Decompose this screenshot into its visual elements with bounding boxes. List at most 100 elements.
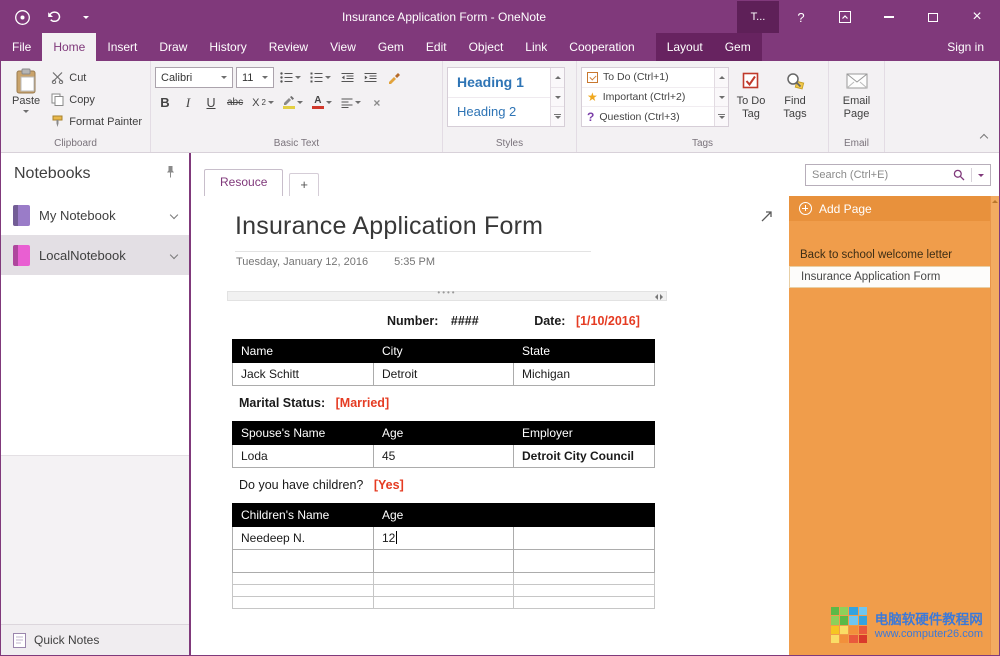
tab-gem[interactable]: Gem (367, 33, 415, 61)
tab-draw[interactable]: Draw (148, 33, 198, 61)
resize-arrows-icon[interactable] (655, 294, 663, 300)
tab-view[interactable]: View (319, 33, 367, 61)
contextual-tools-label[interactable]: T... (737, 1, 779, 33)
table-cell[interactable] (233, 550, 374, 573)
tags-scroll-down[interactable] (715, 88, 728, 108)
tab-history[interactable]: History (198, 33, 257, 61)
table-header-cell[interactable]: Spouse's Name (233, 422, 374, 445)
page-editor[interactable]: Insurance Application Form Tuesday, Janu… (191, 196, 789, 655)
decrease-indent-button[interactable] (337, 67, 357, 88)
tag-important[interactable]: ★ Important (Ctrl+2) (582, 88, 714, 108)
page-date[interactable]: Tuesday, January 12, 2016 (236, 256, 368, 268)
table-header-cell[interactable]: Children's Name (233, 504, 374, 527)
table-cell[interactable] (514, 585, 655, 597)
italic-button[interactable]: I (178, 92, 198, 113)
font-color-button[interactable]: A (309, 92, 335, 113)
app-icon[interactable] (9, 4, 35, 30)
bold-button[interactable]: B (155, 92, 175, 113)
close-button[interactable]: × (955, 1, 999, 33)
page-title[interactable]: Insurance Application Form (235, 212, 591, 252)
number-date-line[interactable]: Number: #### Date: [1/10/2016] (387, 314, 667, 328)
chevron-down-icon[interactable] (170, 251, 178, 259)
increase-indent-button[interactable] (360, 67, 380, 88)
table-cell[interactable] (514, 573, 655, 585)
style-heading2[interactable]: Heading 2 (448, 98, 550, 127)
table-cell[interactable]: Loda (233, 445, 374, 468)
tags-more-button[interactable] (715, 107, 728, 126)
tab-edit[interactable]: Edit (415, 33, 458, 61)
table-header-cell[interactable]: Age (374, 422, 514, 445)
new-section-tab[interactable]: + (289, 173, 319, 196)
help-button[interactable]: ? (779, 1, 823, 33)
email-page-button[interactable]: Email Page (835, 64, 879, 137)
custom-format-button[interactable] (383, 67, 403, 88)
bullets-button[interactable] (277, 67, 304, 88)
page-time[interactable]: 5:35 PM (394, 256, 435, 268)
tab-layout[interactable]: Layout (656, 33, 714, 61)
children-question-line[interactable]: Do you have children? [Yes] (239, 478, 667, 492)
table-cell[interactable] (514, 550, 655, 573)
full-page-view-icon[interactable] (760, 210, 773, 228)
tag-question[interactable]: ? Question (Ctrl+3) (582, 107, 714, 126)
format-painter-button[interactable]: Format Painter (47, 111, 146, 132)
tab-file[interactable]: File (1, 33, 42, 61)
page-list-item-selected[interactable]: Insurance Application Form (789, 266, 990, 288)
table-cell[interactable] (233, 585, 374, 597)
notebook-item-my-notebook[interactable]: My Notebook (1, 195, 189, 235)
tag-todo[interactable]: To Do (Ctrl+1) (582, 68, 714, 88)
pin-icon[interactable] (165, 165, 176, 183)
tab-gem-table[interactable]: Gem (714, 33, 762, 61)
find-tags-button[interactable]: Find Tags (773, 64, 817, 137)
table-cell[interactable]: Needeep N. (233, 527, 374, 550)
clear-formatting-button[interactable]: × (367, 92, 387, 113)
maximize-button[interactable] (911, 1, 955, 33)
table-cell[interactable] (374, 550, 514, 573)
notebook-item-local-notebook[interactable]: LocalNotebook (1, 235, 189, 275)
page-list-item[interactable]: Back to school welcome letter (789, 244, 990, 266)
cut-button[interactable]: Cut (47, 67, 146, 88)
search-icon[interactable] (953, 169, 965, 181)
ribbon-display-options-button[interactable] (823, 1, 867, 33)
font-size-combo[interactable]: 11 (236, 67, 274, 88)
chevron-down-icon[interactable] (170, 211, 178, 219)
customize-toolbar-icon[interactable] (73, 4, 99, 30)
table-cell[interactable] (374, 597, 514, 609)
marital-status-line[interactable]: Marital Status: [Married] (239, 396, 667, 410)
styles-more-button[interactable] (551, 107, 564, 126)
table-cell[interactable] (514, 527, 655, 550)
style-heading1[interactable]: Heading 1 (448, 68, 550, 98)
table-cell[interactable]: 12 (374, 527, 514, 550)
collapse-ribbon-button[interactable] (978, 133, 990, 143)
table-cell[interactable] (374, 573, 514, 585)
tab-link[interactable]: Link (514, 33, 558, 61)
paragraph-alignment-button[interactable] (338, 92, 364, 113)
table-cell[interactable]: Detroit City Council (514, 445, 655, 468)
note-container[interactable]: Number: #### Date: [1/10/2016] Name City… (227, 291, 667, 609)
table-header-cell[interactable]: City (374, 340, 514, 363)
quick-notes-button[interactable]: Quick Notes (1, 624, 189, 655)
pages-panel-scrollbar[interactable] (990, 196, 999, 655)
copy-button[interactable]: Copy (47, 89, 146, 110)
underline-button[interactable]: U (201, 92, 221, 113)
table-header-cell[interactable] (514, 504, 655, 527)
undo-icon[interactable] (41, 4, 67, 30)
table-cell[interactable]: Detroit (374, 363, 514, 386)
styles-scroll-up[interactable] (551, 68, 564, 88)
table-header-cell[interactable]: State (514, 340, 655, 363)
paste-button[interactable]: Paste (5, 64, 47, 137)
table-header-cell[interactable]: Age (374, 504, 514, 527)
add-page-button[interactable]: Add Page (789, 196, 999, 221)
numbering-button[interactable] (307, 67, 334, 88)
table-cell[interactable] (514, 597, 655, 609)
styles-scroll-down[interactable] (551, 88, 564, 108)
minimize-button[interactable] (867, 1, 911, 33)
table-header-cell[interactable]: Name (233, 340, 374, 363)
search-input[interactable] (812, 169, 947, 181)
search-scope-chevron-icon[interactable] (978, 174, 984, 177)
note-drag-handle[interactable] (227, 291, 667, 301)
table-header-cell[interactable]: Employer (514, 422, 655, 445)
table-cell[interactable]: Jack Schitt (233, 363, 374, 386)
table-cell[interactable] (374, 585, 514, 597)
tags-scroll-up[interactable] (715, 68, 728, 88)
todo-tag-button[interactable]: To Do Tag (729, 64, 773, 137)
